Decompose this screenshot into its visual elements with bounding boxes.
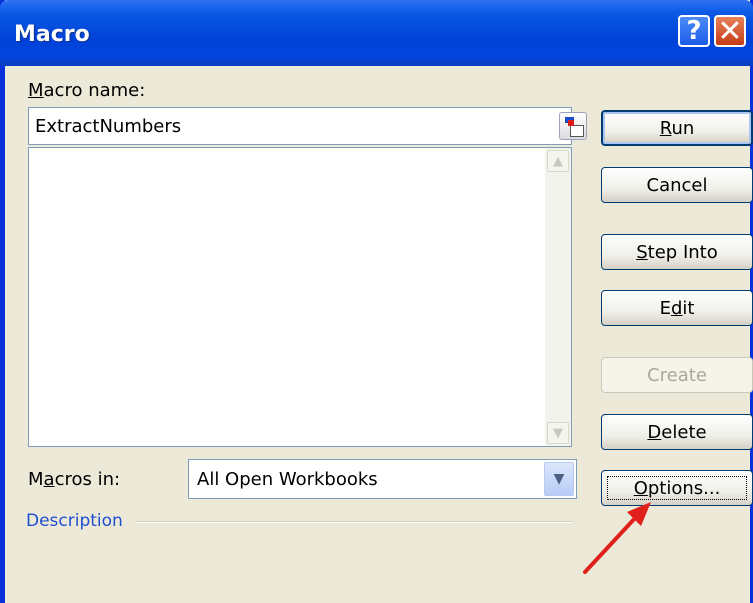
macro-list[interactable]: ▲ ▼	[28, 147, 572, 447]
description-divider	[136, 521, 572, 523]
create-button-label: Create	[647, 364, 707, 386]
dropdown-arrow-icon[interactable]: ▼	[544, 462, 574, 496]
dialog-title: Macro	[14, 22, 90, 47]
macro-name-input[interactable]: ExtractNumbers	[28, 107, 587, 145]
step-into-button-label: Step Into	[636, 241, 718, 263]
annotation-arrow-icon	[583, 502, 651, 574]
cancel-button[interactable]: Cancel	[601, 167, 753, 203]
help-button[interactable]: ?	[678, 15, 710, 47]
description-label: Description	[26, 511, 123, 531]
step-into-button[interactable]: Step Into	[601, 234, 753, 270]
create-button[interactable]: Create	[601, 357, 753, 393]
macro-list-scrollbar[interactable]: ▲ ▼	[545, 148, 571, 446]
edit-button[interactable]: Edit	[601, 290, 753, 326]
macros-in-label: Macros in:	[28, 469, 121, 490]
edit-button-label: Edit	[659, 297, 695, 319]
run-button-label: Run	[659, 117, 695, 139]
close-icon: ✕	[717, 13, 743, 49]
macros-in-select[interactable]: All Open Workbooks ▼	[188, 459, 577, 499]
cancel-button-label: Cancel	[646, 174, 708, 196]
macro-name-value: ExtractNumbers	[35, 116, 182, 137]
delete-button-label: Delete	[647, 421, 707, 443]
title-bar[interactable]: Macro ? ✕	[0, 0, 753, 66]
macro-dialog: Macro ? ✕ Macro name: ExtractNumbers ▲ ▼…	[0, 0, 753, 603]
delete-button[interactable]: Delete	[601, 414, 753, 450]
run-button[interactable]: Run	[601, 110, 753, 146]
help-icon: ?	[686, 16, 702, 46]
scroll-down-icon[interactable]: ▼	[547, 422, 569, 444]
macros-in-value: All Open Workbooks	[197, 469, 378, 490]
close-button[interactable]: ✕	[714, 13, 746, 49]
scroll-up-icon[interactable]: ▲	[547, 150, 569, 172]
macro-name-label: Macro name:	[28, 80, 146, 101]
collapse-dialog-button[interactable]	[559, 112, 587, 140]
